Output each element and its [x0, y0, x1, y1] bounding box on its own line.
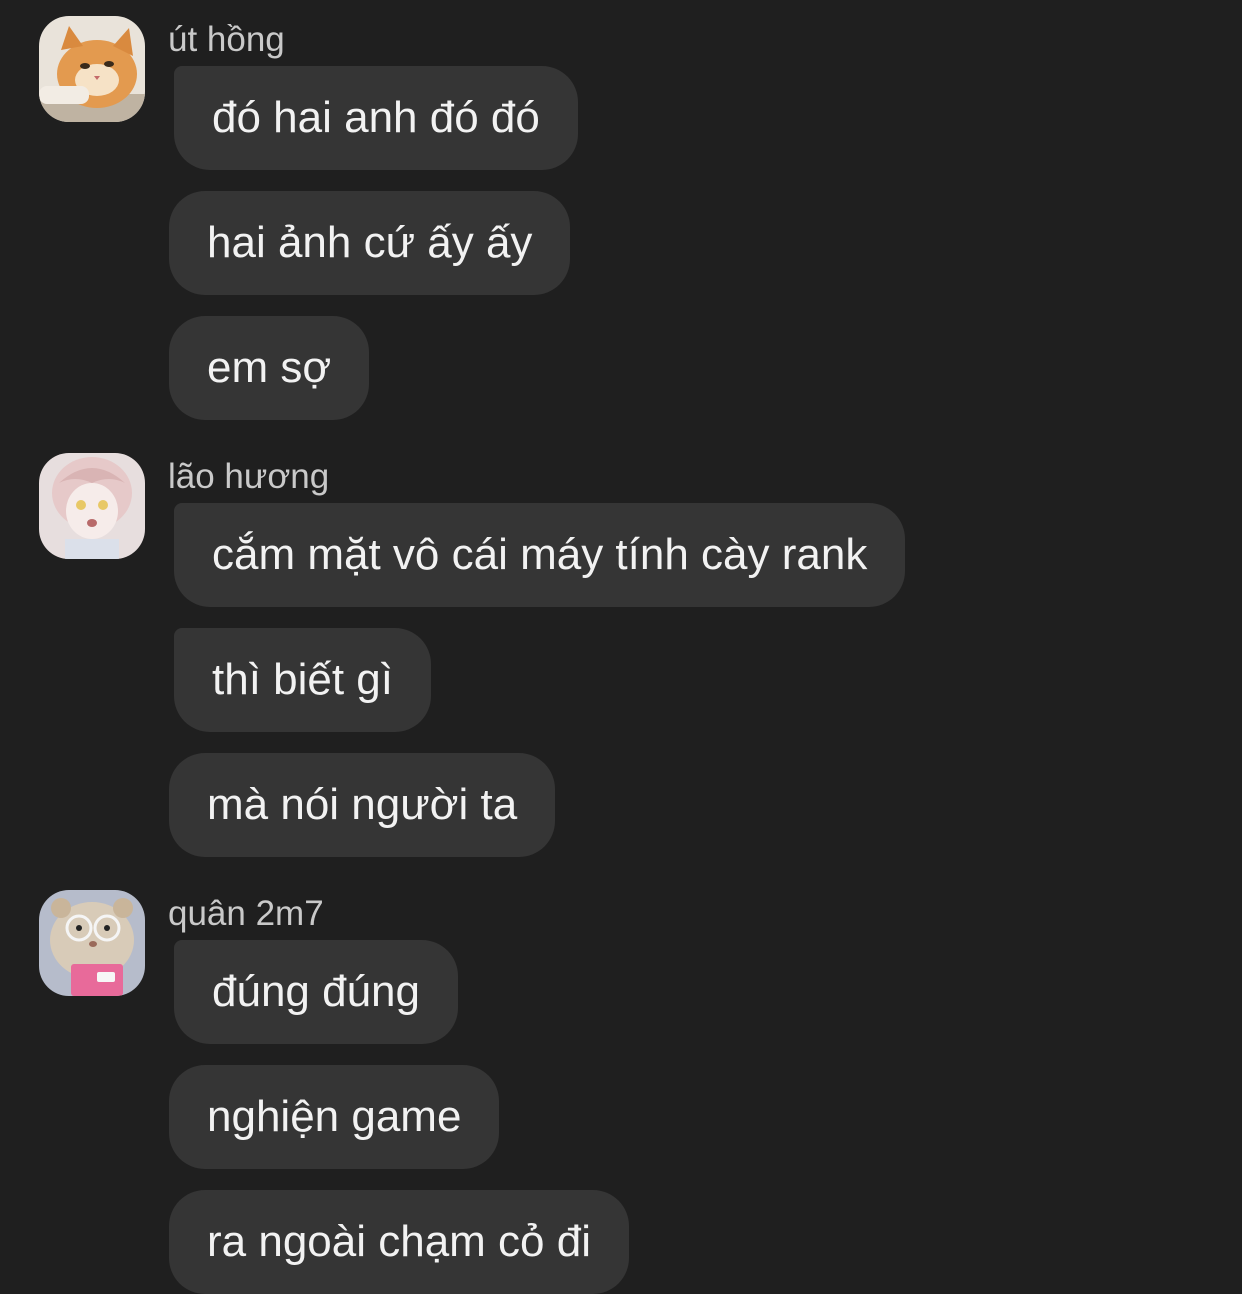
message-bubble[interactable]: hai ảnh cứ ấy ấy [169, 191, 571, 295]
message-bubble[interactable]: nghiện game [169, 1065, 500, 1169]
message-bubble[interactable]: thì biết gì [174, 628, 432, 732]
hamster-with-glasses-avatar-icon[interactable] [39, 890, 145, 996]
message-bubble[interactable]: mà nói người ta [169, 753, 556, 857]
message-bubble[interactable]: ra ngoài chạm cỏ đi [169, 1190, 629, 1294]
sender-name: lão hương [168, 457, 330, 496]
orange-cat-avatar-icon[interactable] [39, 16, 145, 122]
anime-girl-avatar-icon[interactable] [39, 453, 145, 559]
message-bubble[interactable]: cắm mặt vô cái máy tính cày rank [174, 503, 906, 607]
sender-name: út hồng [168, 20, 285, 59]
message-bubble[interactable]: đó hai anh đó đó [174, 66, 578, 170]
message-bubble[interactable]: em sợ [169, 316, 370, 420]
message-bubble[interactable]: đúng đúng [174, 940, 458, 1044]
sender-name: quân 2m7 [168, 894, 324, 933]
